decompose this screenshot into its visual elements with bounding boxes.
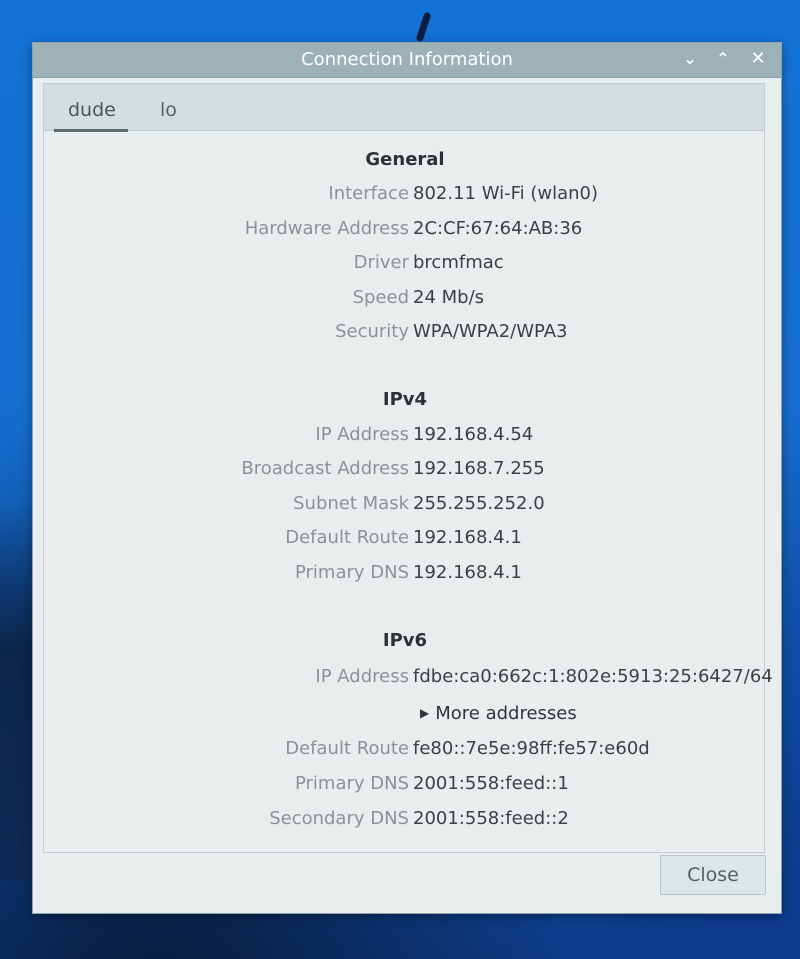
value-ipv6-address: fdbe:ca0:662c:1:802e:5913:25:6427/64 <box>413 666 773 687</box>
value-security: WPA/WPA2/WPA3 <box>413 321 568 342</box>
tab-lo[interactable]: lo <box>160 99 177 121</box>
more-addresses-expander[interactable]: ▶ More addresses <box>420 703 577 724</box>
value-subnet-mask: 255.255.252.0 <box>413 493 545 514</box>
maximize-icon[interactable]: ⌃ <box>710 46 736 72</box>
label-speed: Speed <box>352 287 409 308</box>
more-addresses-label: More addresses <box>435 703 577 724</box>
tab-bar: dude lo <box>43 83 765 132</box>
value-ipv4-default-route: 192.168.4.1 <box>413 527 522 548</box>
value-driver: brcmfmac <box>413 252 504 273</box>
label-subnet-mask: Subnet Mask <box>293 493 409 514</box>
label-ipv4-primary-dns: Primary DNS <box>294 562 409 583</box>
label-ipv6-default-route: Default Route <box>285 738 409 759</box>
close-button[interactable]: Close <box>660 855 766 895</box>
expander-arrow-icon: ▶ <box>420 706 430 720</box>
value-ipv4-primary-dns: 192.168.4.1 <box>413 562 522 583</box>
close-icon[interactable]: ✕ <box>745 46 771 72</box>
label-ipv4-default-route: Default Route <box>285 527 409 548</box>
value-ipv6-primary-dns: 2001:558:feed::1 <box>413 773 569 794</box>
label-ipv6-secondary-dns: Secondary DNS <box>269 808 409 829</box>
label-ipv6-address: IP Address <box>315 666 409 687</box>
connection-info-dialog: Connection Information ⌄ ⌃ ✕ dude lo Gen… <box>32 42 782 914</box>
value-speed: 24 Mb/s <box>413 287 485 308</box>
section-title-general: General <box>365 149 445 170</box>
label-broadcast-address: Broadcast Address <box>241 458 409 479</box>
tab-content: General Interface 802.11 Wi-Fi (wlan0) H… <box>43 131 773 853</box>
title-bar[interactable]: Connection Information ⌄ ⌃ ✕ <box>33 43 781 78</box>
minimize-icon[interactable]: ⌄ <box>677 46 703 72</box>
label-interface: Interface <box>328 183 409 204</box>
label-hardware-address: Hardware Address <box>244 218 409 239</box>
wallpaper-decoration <box>415 11 432 43</box>
section-title-ipv6: IPv6 <box>382 630 428 651</box>
label-driver: Driver <box>353 252 409 273</box>
value-ipv4-address: 192.168.4.54 <box>413 424 534 445</box>
tab-dude[interactable]: dude <box>68 99 116 121</box>
value-ipv6-default-route: fe80::7e5e:98ff:fe57:e60d <box>413 738 650 759</box>
value-ipv6-secondary-dns: 2001:558:feed::2 <box>413 808 569 829</box>
value-broadcast-address: 192.168.7.255 <box>413 458 545 479</box>
value-interface: 802.11 Wi-Fi (wlan0) <box>413 183 599 204</box>
value-hardware-address: 2C:CF:67:64:AB:36 <box>413 218 583 239</box>
label-ipv6-primary-dns: Primary DNS <box>294 773 409 794</box>
window-title: Connection Information <box>301 49 513 70</box>
label-security: Security <box>335 321 409 342</box>
section-title-ipv4: IPv4 <box>382 389 428 410</box>
label-ipv4-address: IP Address <box>315 424 409 445</box>
